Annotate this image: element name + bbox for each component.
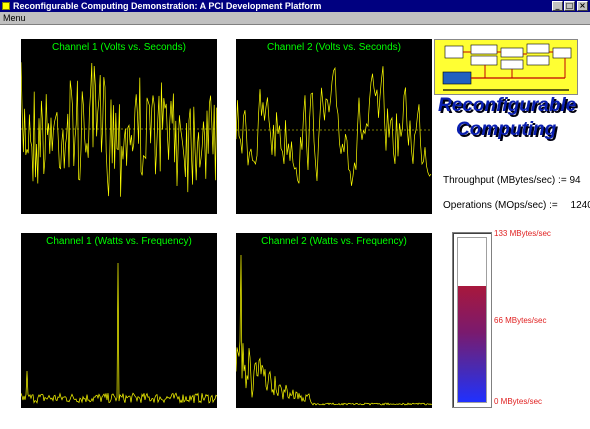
meter-fill — [458, 286, 486, 402]
block-diagram-image — [434, 39, 578, 95]
client-area: Channel 1 (Volts vs. Seconds) Channel 2 … — [0, 25, 590, 429]
menu-item-menu[interactable]: Menu — [3, 12, 26, 24]
meter-track — [457, 237, 487, 403]
scope-channel2-frequency: Channel 2 (Watts vs. Frequency) — [236, 233, 432, 408]
operations-value: 1240 — [570, 200, 590, 211]
operations-label: Operations (MOps/sec) := — [443, 200, 558, 211]
logo-text-line2: Computing — [456, 119, 557, 140]
scope-channel1-time: Channel 1 (Volts vs. Seconds) — [21, 39, 217, 214]
signal-trace — [21, 62, 217, 197]
spectrum-trace — [21, 262, 217, 404]
scope-channel2-time-trace — [236, 66, 432, 186]
meter-max-label: 133 MBytes/sec — [494, 229, 551, 238]
throughput-meter — [452, 232, 492, 408]
minimize-button[interactable]: _ — [552, 1, 563, 11]
menu-bar: Menu — [0, 12, 590, 25]
throughput-label: Throughput (MBytes/sec) := — [443, 175, 567, 186]
scope-channel1-frequency-trace — [21, 262, 217, 404]
close-button[interactable]: × — [577, 1, 588, 11]
scope-channel1-time-trace — [21, 62, 217, 197]
app-icon[interactable] — [2, 2, 10, 10]
meter-min-label: 0 MBytes/sec — [494, 397, 543, 406]
scope-title: Channel 2 (Watts vs. Frequency) — [261, 236, 407, 247]
throughput-value: 94 — [569, 175, 581, 186]
signal-trace — [236, 66, 432, 186]
maximize-button[interactable]: □ — [564, 1, 575, 11]
window-title: Reconfigurable Computing Demonstration: … — [13, 1, 322, 11]
scope-channel2-frequency-trace — [236, 254, 432, 406]
scope-channel1-frequency: Channel 1 (Watts vs. Frequency) — [21, 233, 217, 408]
logo-text-line1: Reconfigurable — [438, 95, 577, 116]
spectrum-trace — [236, 254, 432, 406]
operations-stat: Operations (MOps/sec) := 1240 — [443, 200, 590, 211]
scope-channel2-time: Channel 2 (Volts vs. Seconds) — [236, 39, 432, 214]
meter-mid-label: 66 MBytes/sec — [494, 316, 547, 325]
logo: Reconfigurable Computing — [434, 39, 584, 141]
scope-title: Channel 1 (Volts vs. Seconds) — [52, 42, 186, 53]
throughput-stat: Throughput (MBytes/sec) := 94 — [443, 175, 581, 186]
title-bar[interactable]: Reconfigurable Computing Demonstration: … — [0, 0, 590, 12]
scope-title: Channel 2 (Volts vs. Seconds) — [267, 42, 401, 53]
block-diagram-graphic — [442, 43, 572, 91]
scope-title: Channel 1 (Watts vs. Frequency) — [46, 236, 192, 247]
